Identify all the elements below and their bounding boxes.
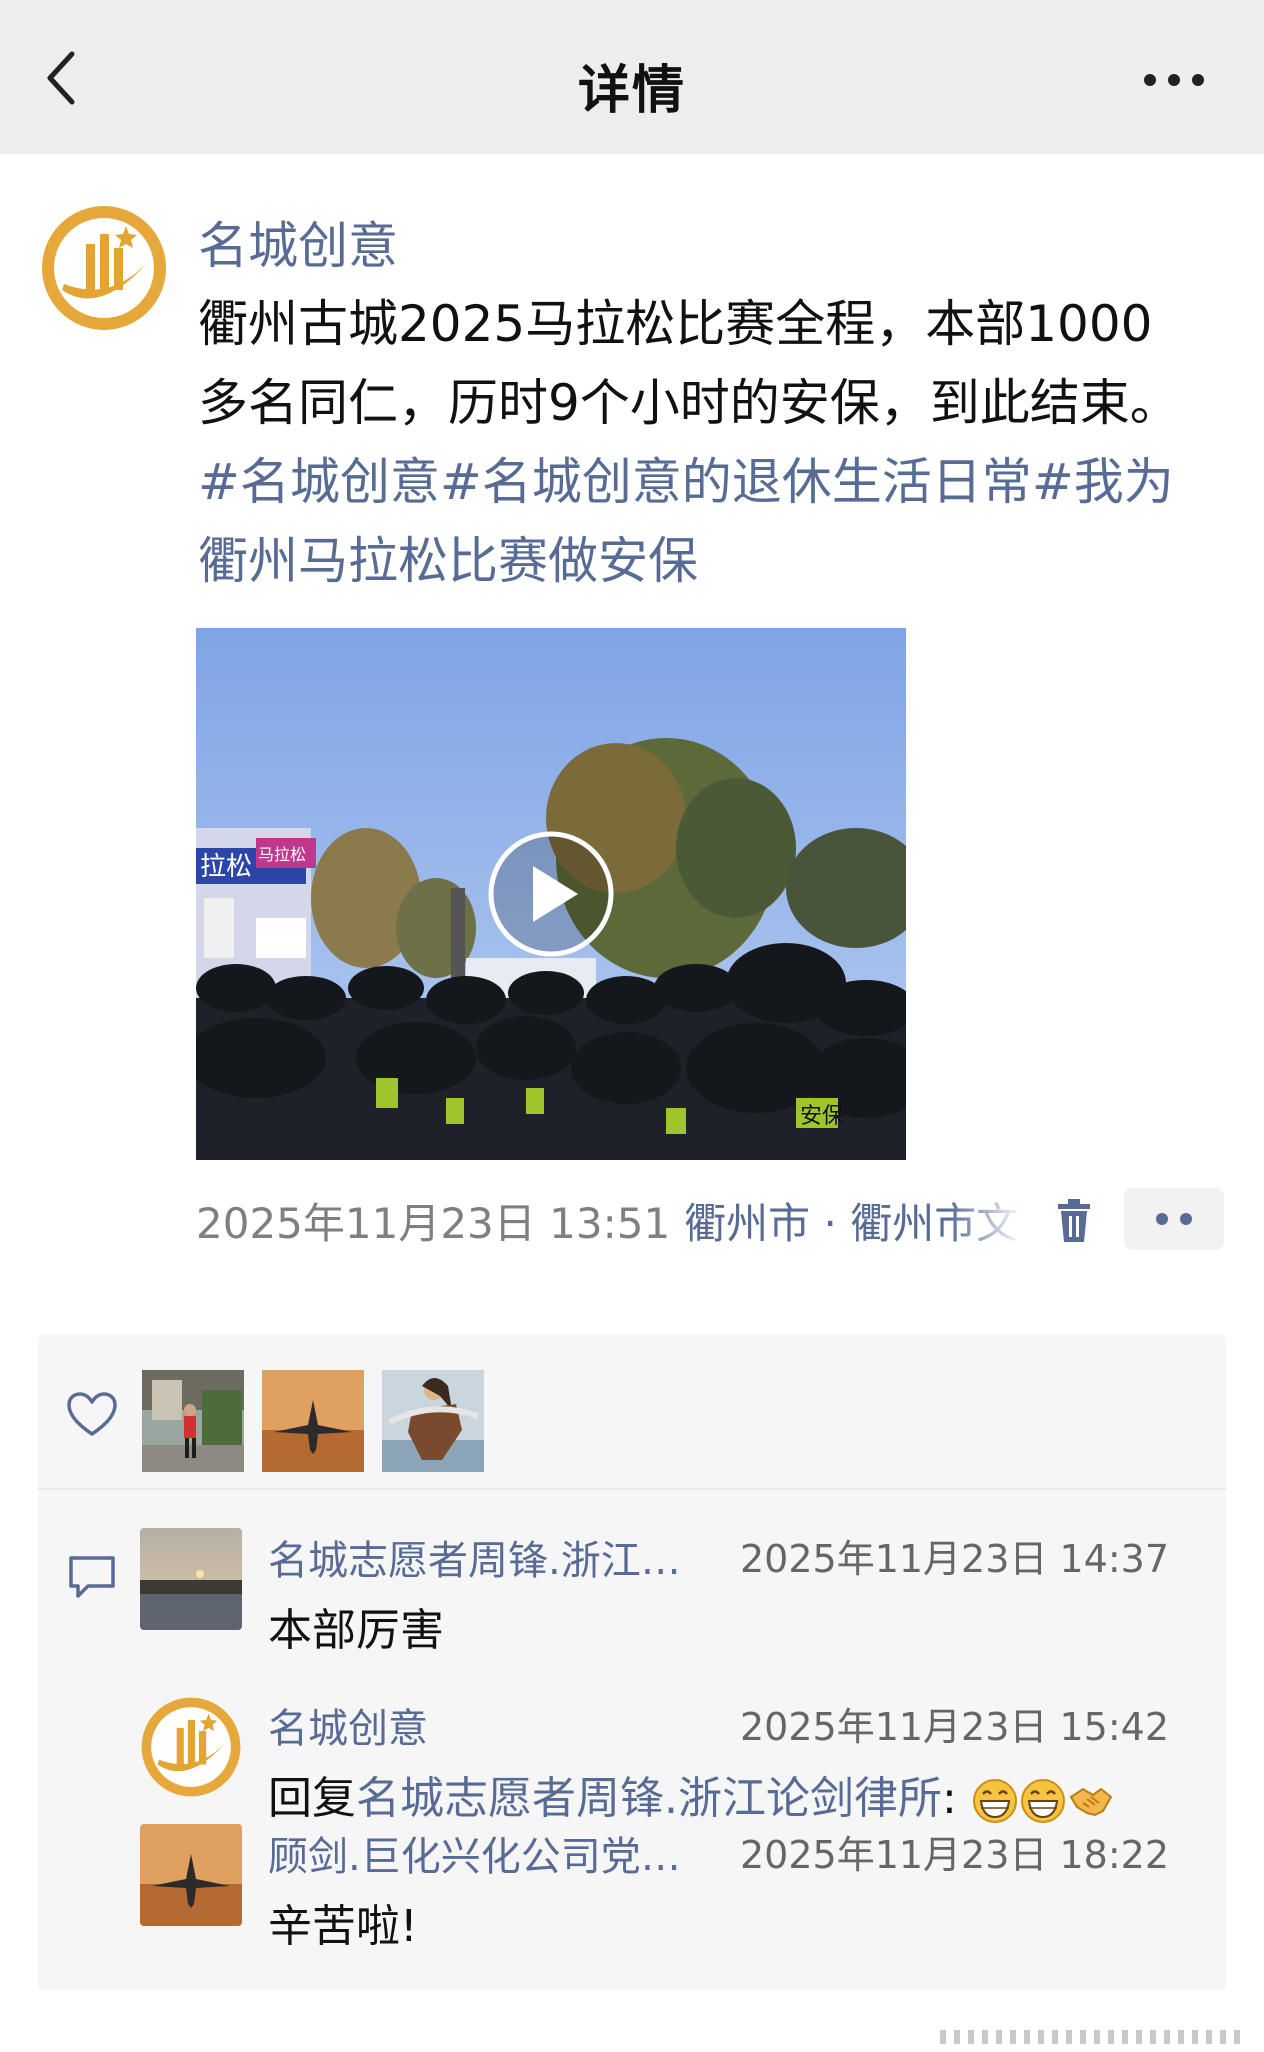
top-navigation-bar: 详情 [0,0,1264,154]
video-thumbnail[interactable]: 拉松 马拉松 安保 [196,628,906,1160]
vest-text: 安保 [800,1104,844,1129]
sunset-photo-icon [140,1528,242,1630]
post-location-link[interactable]: 衢州市 · 衢州市文 [684,1194,1024,1254]
commenter-avatar[interactable] [140,1824,242,1926]
more-options-button[interactable] [1134,58,1230,102]
post-text-line: 多名同仁，历时9个小时的安保，到此结束。 [198,374,1180,432]
heart-icon [67,1392,117,1436]
bottom-indicator [940,2030,1240,2044]
comment-icon [69,1556,115,1598]
comment-time: 2025年11月23日 18:22 [740,1833,1170,1877]
page-title: 详情 [577,61,686,121]
divider [38,1488,1226,1490]
banner-text: 马拉松 [258,845,306,864]
play-icon [488,831,614,957]
comment-time: 2025年11月23日 15:42 [740,1705,1170,1749]
post-text-line: 衢州古城2025马拉松比赛全程，本部1000 [198,295,1153,353]
commenter-avatar[interactable] [140,1528,242,1630]
comment-item[interactable]: 名城志愿者周锋.浙江… 2025年11月23日 14:37 本部厉害 [140,1518,1220,1668]
company-logo-icon [42,206,166,330]
company-logo-icon [141,1697,241,1797]
two-dots-icon [1156,1213,1192,1225]
hashtag-link[interactable]: #我为 [1032,453,1174,511]
likes-row [38,1334,1226,1488]
interaction-panel: 名城志愿者周锋.浙江… 2025年11月23日 14:37 本部厉害 名城创意 … [38,1334,1226,1990]
commenter-name[interactable]: 名城创意 [268,1696,688,1754]
comment-time: 2025年11月23日 14:37 [740,1537,1170,1581]
like-avatar[interactable] [382,1370,484,1472]
hashtag-link[interactable]: #名城创意的退休生活日常 [440,453,1032,511]
commenter-name[interactable]: 顾剑.巨化兴化公司党… [268,1824,688,1882]
jet-photo-icon [140,1824,242,1926]
comment-text: 本部厉害 [268,1605,444,1656]
trash-icon [1058,1199,1090,1242]
more-dots-icon [1144,74,1204,86]
commenter-name[interactable]: 名城志愿者周锋.浙江… [268,1528,688,1586]
video-frame: 拉松 马拉松 安保 [196,628,906,1160]
like-avatar[interactable] [262,1370,364,1472]
person-photo-icon [142,1370,244,1472]
author-avatar[interactable] [40,204,168,332]
post-text: 衢州古城2025马拉松比赛全程，本部1000 多名同仁，历时9个小时的安保，到此… [198,285,1234,601]
jet-photo-icon [262,1370,364,1472]
like-avatar[interactable] [142,1370,244,1472]
post-meta: 2025年11月23日 13:51 衢州市 · 衢州市文 [196,1194,1096,1254]
like-comment-menu-button[interactable] [1124,1188,1224,1250]
hashtag-link[interactable]: #名城创意 [198,453,440,511]
hashtag-link[interactable]: 衢州马拉松比赛做安保 [198,532,698,590]
commenter-avatar[interactable] [140,1696,242,1798]
comment-text: 辛苦啦! [268,1901,418,1952]
post-timestamp: 2025年11月23日 13:51 [196,1199,671,1248]
warrior-photo-icon [382,1370,484,1472]
comment-item[interactable]: 顾剑.巨化兴化公司党… 2025年11月23日 18:22 辛苦啦! [140,1814,1220,1964]
delete-button[interactable] [1054,1196,1094,1246]
author-name[interactable]: 名城创意 [198,206,398,278]
banner-text: 拉松 [200,852,252,882]
